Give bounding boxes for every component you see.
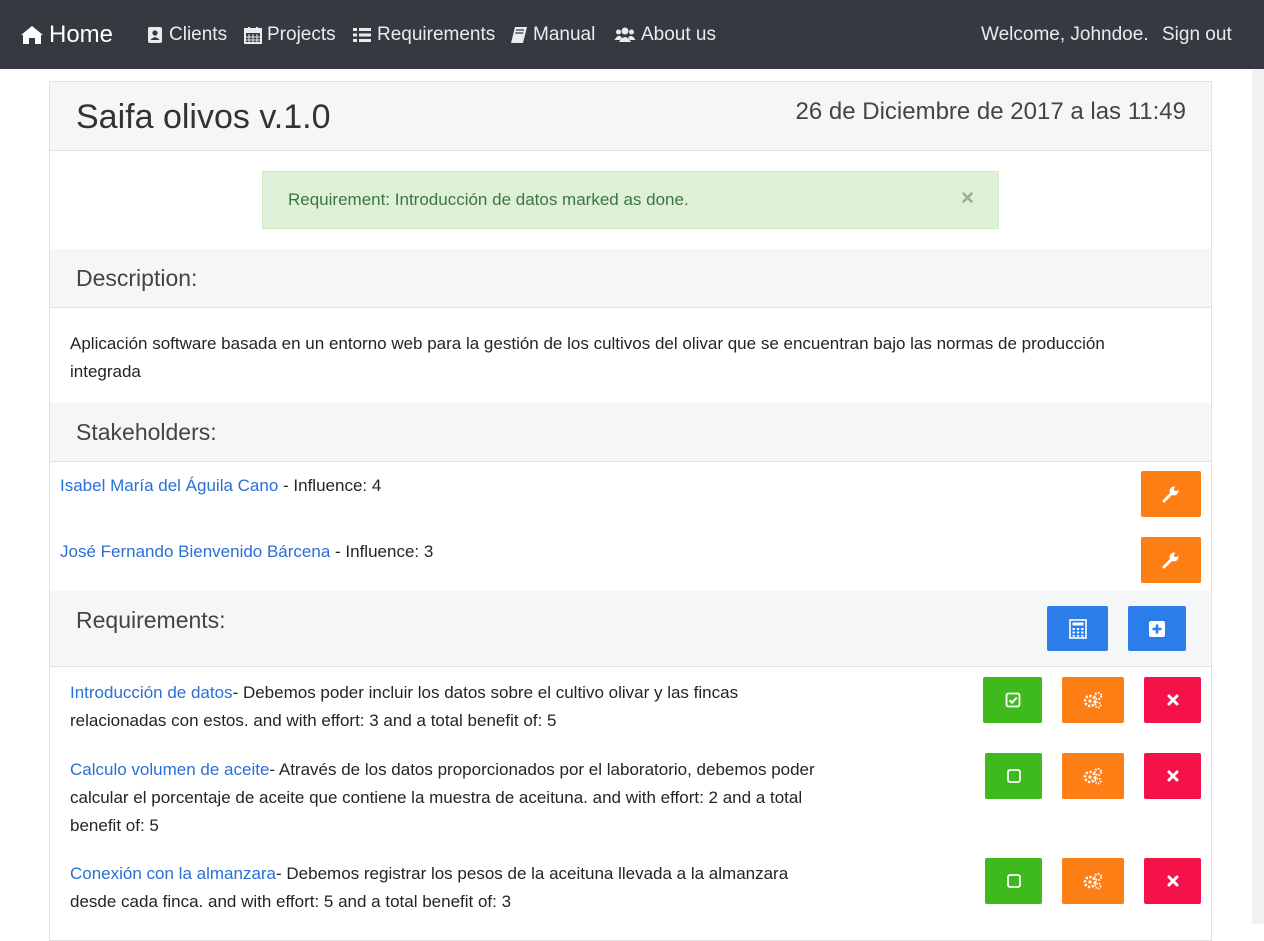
configure-requirement-button[interactable] (1062, 753, 1124, 799)
close-icon (1167, 770, 1178, 782)
nav-manual-label: Manual (533, 23, 596, 45)
success-alert: Requirement: Introducción de datos marke… (262, 171, 999, 229)
nav-brand-label: Home (49, 20, 114, 48)
nav-projects-link[interactable]: Projects (244, 0, 336, 69)
requirements-header: Requirements: (50, 591, 1211, 667)
stakeholders-header: Stakeholders: (50, 403, 1211, 462)
nav-home-link[interactable]: Home (20, 0, 113, 69)
nav-projects-label: Projects (267, 23, 336, 45)
stakeholder-link[interactable]: Isabel María del Águila Cano (60, 476, 278, 495)
alert-close-button[interactable]: × (961, 187, 974, 209)
requirements-heading: Requirements: (76, 607, 226, 633)
stakeholder-row: Isabel María del Águila Cano - Influence… (60, 476, 381, 496)
home-icon (21, 25, 43, 44)
wrench-icon (1162, 552, 1179, 569)
project-header: Saifa olivos v.1.0 26 de Diciembre de 20… (50, 82, 1211, 151)
wrench-icon (1162, 486, 1179, 503)
delete-requirement-button[interactable] (1144, 753, 1201, 799)
calculator-icon (1068, 618, 1087, 639)
mark-done-button[interactable] (985, 858, 1042, 904)
edit-stakeholder-button[interactable] (1141, 537, 1201, 583)
page-scrollbar[interactable] (1252, 69, 1264, 924)
delete-requirement-button[interactable] (1144, 677, 1201, 723)
description-heading: Description: (76, 265, 198, 291)
calendar-icon (244, 26, 262, 44)
book-icon (511, 26, 527, 43)
gears-icon (1083, 767, 1103, 785)
nav-manual-link[interactable]: Manual (510, 0, 595, 69)
edit-stakeholder-button[interactable] (1141, 471, 1201, 517)
delete-requirement-button[interactable] (1144, 858, 1201, 904)
nav-about-label: About us (641, 23, 716, 45)
requirement-row: Conexión con la almanzara- Debemos regis… (70, 860, 830, 916)
description-header: Description: (50, 249, 1211, 308)
gears-icon (1083, 691, 1103, 709)
top-navbar: Home Clients Projects Requirements Manua… (0, 0, 1264, 69)
nav-about-link[interactable]: About us (614, 0, 716, 69)
welcome-text: Welcome, Johndoe. (981, 23, 1149, 45)
add-requirement-button[interactable] (1128, 606, 1186, 651)
alert-message: Requirement: Introducción de datos marke… (288, 190, 689, 209)
nav-clients-label: Clients (169, 23, 228, 45)
nav-clients-link[interactable]: Clients (146, 0, 227, 69)
requirement-link[interactable]: Introducción de datos (70, 683, 233, 702)
project-card: Saifa olivos v.1.0 26 de Diciembre de 20… (49, 81, 1212, 941)
calculate-button[interactable] (1047, 606, 1108, 651)
close-icon (1167, 694, 1178, 706)
nav-requirements-label: Requirements (377, 23, 496, 45)
project-date: 26 de Diciembre de 2017 a las 11:49 (795, 98, 1186, 125)
stakeholder-link[interactable]: José Fernando Bienvenido Bárcena (60, 542, 330, 561)
configure-requirement-button[interactable] (1062, 677, 1124, 723)
stakeholder-influence: - Influence: 4 (278, 476, 382, 495)
gears-icon (1083, 872, 1103, 890)
stakeholder-influence: - Influence: 3 (330, 542, 434, 561)
stakeholders-heading: Stakeholders: (76, 419, 217, 445)
configure-requirement-button[interactable] (1062, 858, 1124, 904)
mark-done-button[interactable] (983, 677, 1042, 723)
unchecked-checkbox-icon (1006, 874, 1021, 888)
requirement-row: Calculo volumen de aceite- Através de lo… (70, 756, 830, 840)
checked-checkbox-icon (1005, 692, 1020, 708)
users-icon (614, 27, 636, 42)
requirement-link[interactable]: Conexión con la almanzara (70, 864, 276, 883)
page-title: Saifa olivos v.1.0 (76, 98, 331, 136)
plus-square-icon (1149, 620, 1165, 637)
description-text: Aplicación software basada en un entorno… (70, 334, 1105, 381)
mark-done-button[interactable] (985, 753, 1042, 799)
requirement-row: Introducción de datos- Debemos poder inc… (70, 679, 830, 735)
nav-requirements-link[interactable]: Requirements (352, 0, 495, 69)
requirement-link[interactable]: Calculo volumen de aceite (70, 760, 269, 779)
stakeholder-row: José Fernando Bienvenido Bárcena - Influ… (60, 542, 433, 562)
sign-out-link[interactable]: Sign out (1162, 0, 1232, 69)
address-card-icon (148, 26, 162, 43)
list-icon (353, 27, 371, 42)
close-icon (1167, 875, 1178, 887)
unchecked-checkbox-icon (1006, 769, 1021, 783)
